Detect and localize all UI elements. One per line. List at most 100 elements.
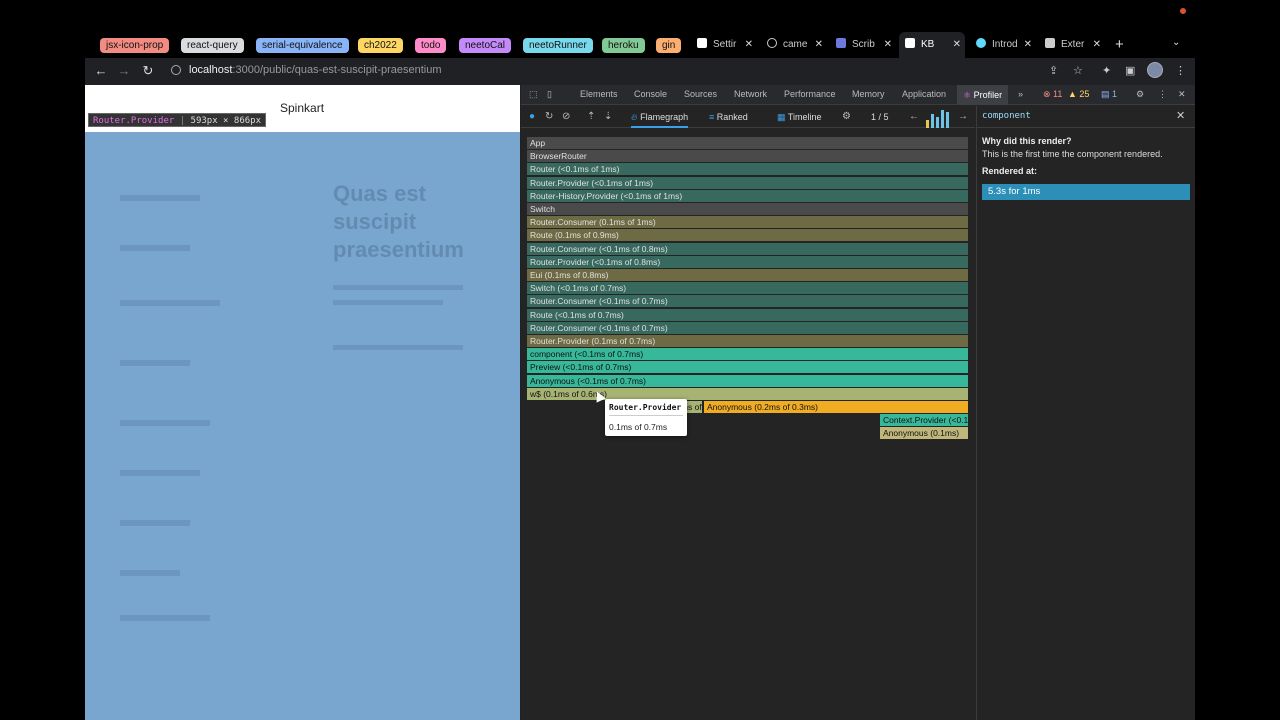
tab-extensions[interactable]: Exter ✕ [1039, 32, 1105, 58]
flame-bar[interactable]: Anonymous (0.2ms of 0.3ms) [704, 401, 969, 413]
flame-bar[interactable]: App [527, 137, 969, 149]
tab-settings[interactable]: Settir ✕ [691, 32, 757, 58]
page-viewport: Spinkart Router.Provider | 593px × 866px… [85, 85, 520, 720]
device-toolbar-icon[interactable]: ▯ [547, 89, 552, 100]
subtab-timeline[interactable]: ▦ Timeline [777, 112, 822, 123]
reload-and-profile-icon[interactable]: ↻ [545, 111, 553, 122]
flame-bar[interactable]: Anonymous (<0.1ms of 0.7ms) [527, 374, 969, 387]
tab-application[interactable]: Application [902, 89, 946, 99]
close-sidebar-icon[interactable]: ✕ [1176, 109, 1185, 122]
commit-bar[interactable] [946, 112, 949, 128]
flame-bar[interactable]: component (<0.1ms of 0.7ms) [527, 348, 969, 361]
tab-group-ch2022[interactable]: ch2022 [358, 38, 403, 53]
tab-performance[interactable]: Performance [784, 89, 836, 99]
flame-bar[interactable]: Switch [527, 203, 969, 215]
flame-bar[interactable]: Router.Consumer (0.1ms of 1ms) [527, 216, 969, 229]
tab-group-todo[interactable]: todo [415, 38, 447, 53]
tab-group-heroku[interactable]: heroku [602, 38, 645, 53]
side-panel-icon[interactable]: ▣ [1125, 64, 1135, 77]
tooltip-duration: 0.1ms of 0.7ms [609, 422, 668, 432]
message-count-badge[interactable]: ▤ 1 [1101, 89, 1117, 100]
close-icon[interactable]: ✕ [884, 32, 892, 58]
share-icon[interactable]: ⇪ [1049, 64, 1058, 77]
rendered-at-item[interactable]: 5.3s for 1ms [982, 184, 1190, 200]
site-info-icon[interactable] [171, 65, 181, 75]
tab-label: Settir [713, 39, 737, 50]
subtab-flamegraph[interactable]: 🔥︎ Flamegraph [631, 112, 689, 128]
save-profile-icon[interactable]: ⇣ [604, 111, 612, 122]
commit-bar[interactable] [936, 117, 939, 128]
tab-group-neetocal[interactable]: neetoCal [459, 38, 512, 53]
tab-console[interactable]: Console [634, 89, 667, 99]
error-count-badge[interactable]: ⊗ 11 [1043, 89, 1062, 100]
devtools-menu-icon[interactable]: ⋮ [1158, 89, 1167, 100]
next-commit-icon[interactable]: → [958, 111, 968, 122]
close-devtools-icon[interactable]: ✕ [1178, 89, 1186, 100]
flame-bar[interactable]: Router-History.Provider (<0.1ms of 1ms) [527, 189, 969, 202]
flame-bar[interactable]: Preview (<0.1ms of 0.7ms) [527, 361, 969, 374]
flame-bar[interactable]: Router.Provider (<0.1ms of 0.8ms) [527, 255, 969, 268]
tab-group-serial-equivalence[interactable]: serial-equivalence [256, 38, 349, 53]
profile-avatar[interactable] [1147, 62, 1163, 78]
tab-scribble[interactable]: Scrib ✕ [830, 32, 896, 58]
record-icon[interactable]: ● [529, 111, 535, 122]
flame-bar[interactable]: BrowserRouter [527, 150, 969, 163]
tab-sources[interactable]: Sources [684, 89, 717, 99]
previous-commit-icon[interactable]: ← [909, 111, 919, 122]
tab-kb[interactable]: KB ✕ [899, 32, 965, 58]
clear-profile-icon[interactable]: ⊘ [562, 111, 570, 122]
flame-bar[interactable]: Router.Provider (<0.1ms of 1ms) [527, 176, 969, 189]
tab-intro[interactable]: Introd ✕ [970, 32, 1036, 58]
commit-bar[interactable] [931, 114, 934, 128]
reload-button[interactable]: ↻ [140, 63, 156, 79]
flame-bar[interactable]: Route (<0.1ms of 0.7ms) [527, 308, 969, 321]
flame-bar[interactable]: Router.Consumer (<0.1ms of 0.7ms) [527, 321, 969, 334]
flame-bar[interactable]: Router.Consumer (<0.1ms of 0.8ms) [527, 242, 969, 255]
flame-bar[interactable]: Eui (0.1ms of 0.8ms) [527, 269, 969, 281]
flame-bar[interactable]: Anonymous (0.1ms) [880, 427, 969, 440]
flame-bar[interactable]: Router.Provider (0.1ms of 0.7ms) [527, 335, 969, 347]
subtab-label: Timeline [787, 112, 822, 122]
subtab-ranked[interactable]: ≡ Ranked [709, 112, 748, 122]
more-tabs-icon[interactable]: » [1018, 89, 1023, 99]
address-bar[interactable]: localhost:3000/public/quas-est-suscipit-… [165, 61, 1085, 81]
tab-group-react-query[interactable]: react-query [181, 38, 244, 53]
tab-group-jsx-icon-prop[interactable]: jsx-icon-prop [100, 38, 170, 53]
back-button[interactable]: ← [93, 63, 109, 78]
commit-bar[interactable] [926, 120, 929, 128]
brand-logo-text[interactable]: Spinkart [280, 101, 324, 115]
tab-memory[interactable]: Memory [852, 89, 885, 99]
tab-group-gin[interactable]: gin [656, 38, 682, 53]
tab-group-neetorunner[interactable]: neetoRunner [523, 38, 593, 53]
close-icon[interactable]: ✕ [1093, 32, 1101, 58]
flame-bar[interactable]: Router (<0.1ms of 1ms) [527, 163, 969, 176]
forward-button[interactable]: → [116, 63, 132, 78]
commit-bar-chart[interactable] [926, 110, 949, 128]
profiler-settings-icon[interactable]: ⚙ [842, 111, 851, 122]
close-icon[interactable]: ✕ [1024, 32, 1032, 58]
close-icon[interactable]: ✕ [815, 32, 823, 58]
commit-bar[interactable] [941, 110, 944, 128]
new-tab-button[interactable]: + [1115, 36, 1124, 53]
tab-camera[interactable]: came ✕ [761, 32, 827, 58]
load-profile-icon[interactable]: ⇡ [587, 111, 595, 122]
flame-bar[interactable]: Route (0.1ms of 0.9ms) [527, 229, 969, 242]
flame-bar[interactable]: Context.Provider (<0.1ms) [880, 414, 969, 427]
rendered-at-heading: Rendered at: [982, 166, 1038, 176]
tab-search-chevron-icon[interactable]: ⌄ [1172, 37, 1180, 48]
tab-profiler[interactable]: ⚛ Profiler [957, 85, 1009, 105]
flame-bar[interactable]: Switch (<0.1ms of 0.7ms) [527, 282, 969, 295]
extensions-puzzle-icon[interactable]: ✦ [1102, 64, 1111, 77]
close-icon[interactable]: ✕ [953, 32, 961, 58]
tab-elements[interactable]: Elements [580, 89, 618, 99]
inspect-element-icon[interactable]: ⬚ [529, 89, 538, 100]
flame-bar[interactable]: Router.Consumer (<0.1ms of 0.7ms) [527, 295, 969, 308]
devtools-tabbar: ⬚ ▯ Elements Console Sources Network Per… [521, 85, 1195, 105]
tab-network[interactable]: Network [734, 89, 767, 99]
close-icon[interactable]: ✕ [745, 32, 753, 58]
bookmark-star-icon[interactable]: ☆ [1073, 64, 1083, 77]
why-render-text: This is the first time the component ren… [982, 149, 1163, 159]
browser-menu-icon[interactable]: ⋮ [1175, 64, 1186, 77]
settings-gear-icon[interactable]: ⚙ [1136, 89, 1144, 100]
warning-count-badge[interactable]: ▲ 25 [1068, 89, 1089, 99]
